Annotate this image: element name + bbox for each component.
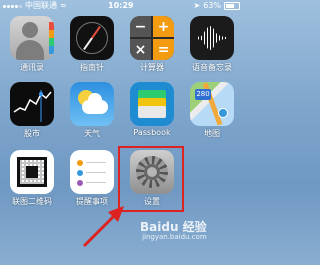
signal-strength-icon — [3, 4, 22, 8]
reminders-icon — [70, 150, 114, 194]
voice-memos-icon — [190, 16, 234, 60]
app-weather[interactable]: 天气 — [64, 82, 120, 139]
stocks-icon — [10, 82, 54, 126]
wifi-icon: ≈ — [60, 1, 67, 10]
pointer-arrow-icon — [82, 206, 124, 248]
app-label: 联图二维码 — [12, 197, 52, 206]
qr-code-icon — [10, 150, 54, 194]
app-compass[interactable]: 指南针 — [64, 16, 120, 73]
app-voice-memos[interactable]: 语音备忘录 — [184, 16, 240, 73]
passbook-icon — [130, 82, 174, 126]
status-time: 10:29 — [108, 1, 134, 10]
battery-percent: 63% — [203, 1, 221, 10]
status-bar: 中国联通 ≈ 10:29 ➤ 63% — [0, 0, 246, 12]
app-qr-code[interactable]: 联图二维码 — [4, 150, 60, 207]
app-label: 计算器 — [140, 63, 164, 72]
app-maps[interactable]: 280 地图 — [184, 82, 240, 139]
highway-shield: 280 — [195, 89, 211, 100]
calculator-icon: − + × = — [130, 16, 174, 60]
app-label: 语音备忘录 — [192, 63, 232, 72]
app-stocks[interactable]: 股市 — [4, 82, 60, 139]
carrier-label: 中国联通 — [25, 1, 57, 10]
app-label: 天气 — [84, 129, 100, 138]
app-contacts[interactable]: 通讯录 — [4, 16, 60, 73]
app-reminders[interactable]: 提醒事项 — [64, 150, 120, 207]
watermark-url: jingyan.baidu.com — [142, 233, 207, 241]
location-icon: ➤ — [193, 1, 201, 10]
compass-icon — [70, 16, 114, 60]
watermark-brand: Baidu 经验 — [140, 220, 207, 234]
maps-icon: 280 — [190, 82, 234, 126]
battery-icon — [224, 2, 240, 10]
app-label: 地图 — [204, 129, 220, 138]
app-label: Passbook — [133, 128, 171, 137]
watermark: Baidu 经验 jingyan.baidu.com — [140, 218, 207, 241]
app-passbook[interactable]: Passbook — [124, 82, 180, 137]
weather-icon — [70, 82, 114, 126]
app-label: 指南针 — [80, 63, 104, 72]
contacts-icon — [10, 16, 54, 60]
app-label: 股市 — [24, 129, 40, 138]
app-calculator[interactable]: − + × = 计算器 — [124, 16, 180, 73]
app-label: 通讯录 — [20, 63, 44, 72]
